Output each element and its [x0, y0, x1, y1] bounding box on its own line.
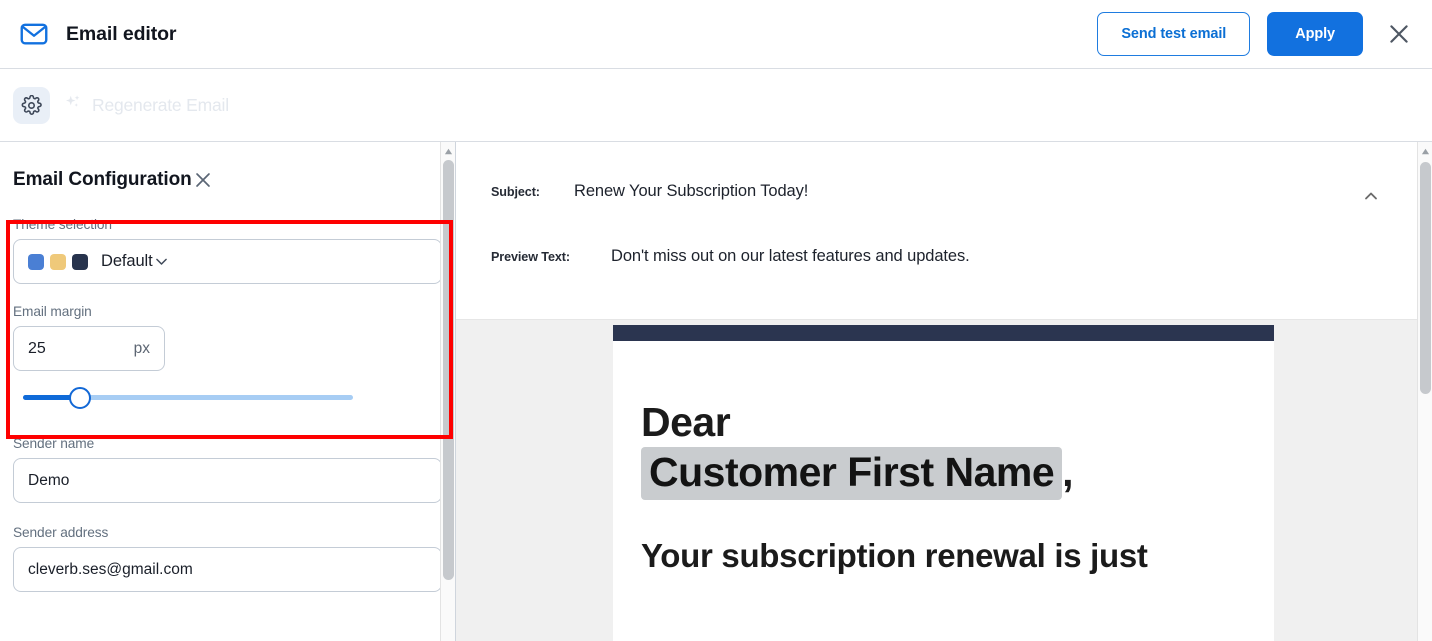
email-margin-unit: px	[133, 339, 150, 357]
email-body: Dear Customer First Name, Your subscript…	[613, 341, 1274, 576]
scrollbar-thumb[interactable]	[1420, 162, 1431, 394]
top-header: Email editor Send test email Apply	[0, 0, 1432, 69]
send-test-email-button[interactable]: Send test email	[1097, 12, 1251, 56]
sender-address-field: Sender address cleverb.ses@gmail.com	[0, 525, 455, 592]
merge-tag-customer-first-name[interactable]: Customer First Name	[641, 446, 1063, 501]
theme-selection-dropdown[interactable]: Default	[13, 239, 442, 284]
email-editor-window: Email editor Send test email Apply Regen…	[0, 0, 1432, 641]
email-configuration-panel: Email Configuration Theme selection Defa…	[0, 142, 456, 641]
preview-text-row: Preview Text: Don't miss out on our late…	[456, 201, 1417, 266]
sender-name-field: Sender name Demo	[0, 436, 455, 503]
theme-selection-label: Theme selection	[13, 217, 112, 232]
scroll-up-arrow-icon[interactable]	[444, 147, 453, 156]
gear-icon[interactable]	[13, 86, 50, 124]
email-margin-slider[interactable]	[13, 382, 353, 412]
config-panel-title: Email Configuration	[13, 169, 192, 190]
regenerate-email-button[interactable]: Regenerate Email	[54, 93, 229, 117]
page-title: Email editor	[66, 22, 177, 45]
slider-thumb[interactable]	[69, 387, 91, 409]
email-greeting: Dear	[641, 399, 731, 445]
scrollbar-thumb[interactable]	[443, 160, 454, 580]
swatch-secondary	[50, 253, 66, 270]
email-paragraph: Your subscription renewal is just	[641, 537, 1148, 575]
config-panel-header: Email Configuration	[0, 142, 455, 191]
theme-selected-value: Default	[101, 252, 153, 270]
subject-row: Subject: Renew Your Subscription Today!	[456, 142, 1417, 201]
email-canvas: Dear Customer First Name, Your subscript…	[456, 320, 1417, 641]
email-meta-section: Subject: Renew Your Subscription Today! …	[456, 142, 1417, 320]
sender-name-input[interactable]: Demo	[13, 458, 442, 503]
header-actions: Send test email Apply	[1097, 12, 1432, 56]
close-icon[interactable]	[192, 169, 214, 191]
email-margin-field: Email margin 25 px	[0, 304, 455, 412]
mail-icon	[19, 19, 49, 49]
sender-name-value: Demo	[28, 471, 70, 489]
sender-address-value: cleverb.ses@gmail.com	[28, 560, 193, 578]
apply-button[interactable]: Apply	[1267, 12, 1363, 56]
sender-address-input[interactable]: cleverb.ses@gmail.com	[13, 547, 442, 592]
scroll-up-arrow-icon[interactable]	[1421, 147, 1430, 156]
regenerate-toolbar: Regenerate Email	[0, 69, 1432, 142]
email-margin-label: Email margin	[13, 304, 92, 319]
sender-address-label: Sender address	[13, 525, 109, 540]
swatch-primary	[28, 253, 44, 270]
theme-color-swatches	[28, 253, 88, 270]
subject-label: Subject:	[491, 185, 540, 199]
email-margin-input[interactable]: 25 px	[13, 326, 165, 371]
swatch-dark	[72, 253, 88, 270]
preview-text-value[interactable]: Don't miss out on our latest features an…	[611, 247, 970, 266]
email-card: Dear Customer First Name, Your subscript…	[613, 325, 1274, 641]
email-accent-bar	[613, 325, 1274, 341]
sparkle-icon	[64, 93, 83, 117]
email-margin-value: 25	[28, 339, 46, 357]
email-greeting-comma: ,	[1062, 448, 1074, 495]
preview-text-label: Preview Text:	[491, 250, 570, 264]
close-icon[interactable]	[1380, 21, 1412, 47]
header-brand: Email editor	[0, 19, 177, 49]
email-greeting-block: Dear Customer First Name,	[641, 399, 1246, 501]
config-panel-scrollbar[interactable]	[440, 142, 455, 641]
subject-value[interactable]: Renew Your Subscription Today!	[574, 182, 808, 201]
preview-pane-scrollbar[interactable]	[1417, 142, 1432, 641]
regenerate-email-label: Regenerate Email	[92, 94, 229, 115]
theme-selection-field: Theme selection Default	[0, 217, 455, 284]
chevron-down-icon	[153, 253, 170, 270]
sender-name-label: Sender name	[13, 436, 95, 451]
email-preview-pane: Subject: Renew Your Subscription Today! …	[456, 142, 1417, 641]
